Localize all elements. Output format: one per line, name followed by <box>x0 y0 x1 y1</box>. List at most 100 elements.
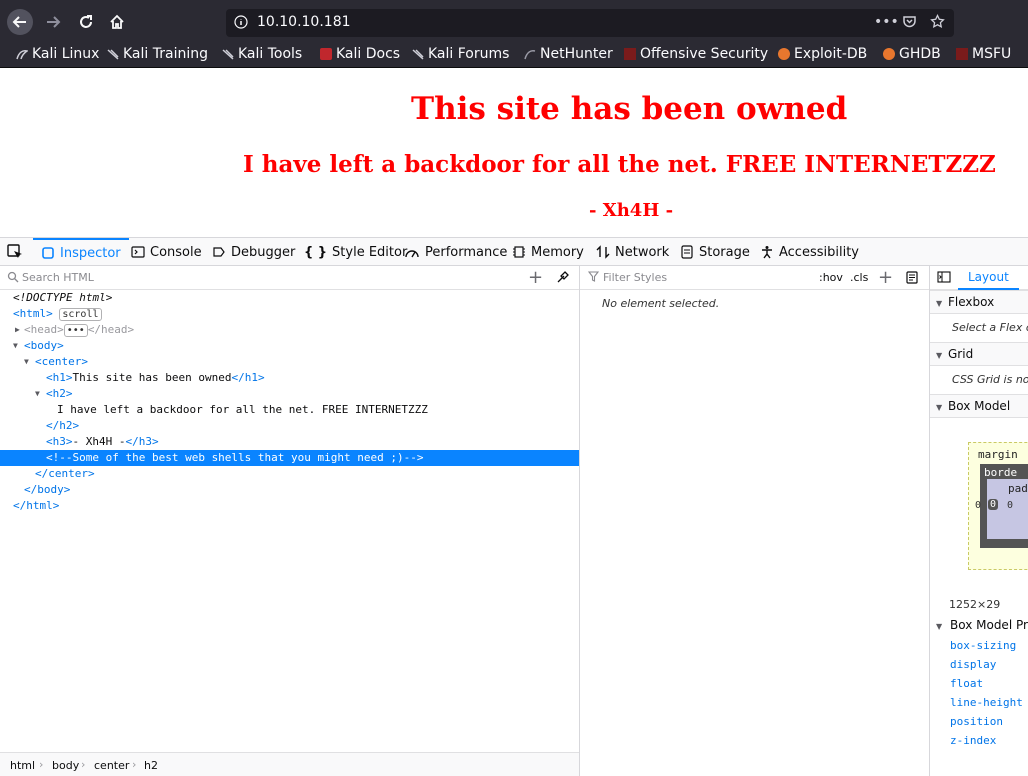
expand-triangle-icon[interactable]: ▶ <box>15 326 23 334</box>
h1-node[interactable]: <h1>This site has been owned</h1> <box>0 370 579 386</box>
site-info-icon[interactable] <box>234 15 248 33</box>
body-close-node: </body> <box>24 483 71 496</box>
tab-style-editor[interactable]: { } Style Editor <box>304 238 407 266</box>
docs-icon <box>320 48 332 60</box>
storage-icon <box>681 245 693 259</box>
html-close-node: </html> <box>13 499 60 512</box>
tab-inspector[interactable]: Inspector <box>33 238 129 266</box>
flexbox-section-header[interactable]: ▼ Flexbox <box>930 290 1028 314</box>
accessibility-icon <box>762 246 772 259</box>
tab-storage[interactable]: Storage <box>680 238 750 266</box>
arrow-right-icon <box>47 16 61 28</box>
scroll-badge[interactable]: scroll <box>59 307 102 321</box>
box-model-properties-header[interactable]: ▼ Box Model Pro <box>930 614 1028 638</box>
tab-memory[interactable]: Memory <box>512 238 584 266</box>
address-bar[interactable]: 10.10.10.181 ••• <box>226 9 954 37</box>
cls-toggle-button[interactable]: .cls <box>850 271 868 284</box>
breadcrumb-body[interactable]: body <box>52 759 79 772</box>
flexbox-message: Select a Flex c <box>952 321 1028 334</box>
eyedropper-icon[interactable] <box>556 270 570 287</box>
element-picker-icon[interactable] <box>6 243 26 261</box>
doctype-node[interactable]: <!DOCTYPE html> <box>0 290 579 306</box>
search-html-input[interactable]: Search HTML <box>22 271 94 284</box>
center-close-node: </center> <box>35 467 95 480</box>
comment-node[interactable]: <!--Some of the best web shells that you… <box>0 450 579 466</box>
breadcrumb-center[interactable]: center <box>94 759 129 772</box>
tab-layout[interactable]: Layout <box>958 266 1019 290</box>
bookmark-exploit-db[interactable]: Exploit-DB <box>778 46 867 62</box>
kali-dragon-icon <box>412 48 424 60</box>
border-left-value[interactable]: 0 <box>988 499 999 510</box>
toggle-pane-icon[interactable] <box>937 271 951 286</box>
search-html-bar: Search HTML + <box>0 266 579 290</box>
body-node[interactable]: ▼ <body> <box>0 338 579 354</box>
collapse-triangle-icon[interactable]: ▼ <box>13 342 21 350</box>
page-heading-signature: - Xh4H - <box>589 200 674 221</box>
tab-accessibility[interactable]: Accessibility <box>760 238 859 266</box>
bookmark-kali-training[interactable]: Kali Training <box>107 46 208 62</box>
bookmark-msfu[interactable]: MSFU <box>956 46 1011 62</box>
prop-float[interactable]: float <box>950 677 983 690</box>
prop-line-height[interactable]: line-height <box>950 696 1023 709</box>
style-editor-icon: { } <box>304 244 328 260</box>
reload-button[interactable] <box>73 9 99 35</box>
bookmark-kali-linux[interactable]: Kali Linux <box>16 46 99 62</box>
forward-button[interactable] <box>40 9 66 35</box>
h3-node[interactable]: <h3>- Xh4H -</h3> <box>0 434 579 450</box>
add-rule-button[interactable]: + <box>878 267 893 288</box>
nethunter-icon <box>524 48 536 60</box>
bookmark-kali-tools[interactable]: Kali Tools <box>222 46 302 62</box>
prop-box-sizing[interactable]: box-sizing <box>950 639 1016 652</box>
exploit-db-icon <box>778 48 790 60</box>
tab-performance[interactable]: Performance <box>404 238 507 266</box>
add-node-button[interactable]: + <box>528 267 543 288</box>
bookmark-kali-docs[interactable]: Kali Docs <box>320 46 400 62</box>
tab-console[interactable]: Console <box>131 238 202 266</box>
rules-toolbar: Filter Styles :hov .cls + <box>580 266 929 290</box>
h2-node[interactable]: ▼ <h2> <box>0 386 579 402</box>
breadcrumb-h2[interactable]: h2 <box>144 759 158 772</box>
element-dimensions: 1252×29 <box>949 598 1001 611</box>
page-actions-icon[interactable]: ••• <box>874 14 899 30</box>
rules-pane: Filter Styles :hov .cls + No element sel… <box>580 266 930 776</box>
chevron-right-icon: › <box>81 758 86 771</box>
breadcrumb-html[interactable]: html <box>10 759 35 772</box>
bookmark-kali-forums[interactable]: Kali Forums <box>412 46 509 62</box>
page-heading-backdoor: I have left a backdoor for all the net. … <box>243 151 996 178</box>
chevron-right-icon: › <box>39 758 44 771</box>
kali-dragon-icon <box>16 48 29 60</box>
memory-icon <box>513 246 525 258</box>
markup-pane: Search HTML + <!DOCTYPE html> <html> scr… <box>0 266 580 776</box>
grid-section-header[interactable]: ▼ Grid <box>930 342 1028 366</box>
print-media-icon[interactable] <box>906 271 918 287</box>
head-node[interactable]: ▶ <head> ••• </head> <box>0 322 579 338</box>
collapse-triangle-icon[interactable]: ▼ <box>35 390 43 398</box>
page-content: This site has been owned I have left a b… <box>0 69 1028 237</box>
prop-z-index[interactable]: z-index <box>950 734 996 747</box>
layout-pane: Layout ▼ Flexbox Select a Flex c ▼ Grid CS… <box>930 266 1028 776</box>
prop-display[interactable]: display <box>950 658 996 671</box>
collapse-triangle-icon[interactable]: ▼ <box>24 358 32 366</box>
ellipsis-badge[interactable]: ••• <box>63 323 88 337</box>
msfu-icon <box>956 48 968 60</box>
padding-left-value[interactable]: 0 <box>1007 500 1013 511</box>
html-node[interactable]: <html> scroll <box>0 306 579 322</box>
box-model-section-header[interactable]: ▼ Box Model <box>930 394 1028 418</box>
h2-text-node[interactable]: I have left a backdoor for all the net. … <box>0 402 579 418</box>
tab-debugger[interactable]: Debugger <box>212 238 295 266</box>
bookmark-nethunter[interactable]: NetHunter <box>524 46 613 62</box>
kali-dragon-icon <box>222 48 234 60</box>
bookmark-offensive-security[interactable]: Offensive Security <box>624 46 768 62</box>
tab-network[interactable]: Network <box>596 238 669 266</box>
center-node[interactable]: ▼ <center> <box>0 354 579 370</box>
filter-styles-input[interactable]: Filter Styles <box>603 271 667 284</box>
margin-left-value[interactable]: 0 <box>975 500 981 511</box>
back-button[interactable] <box>7 9 33 35</box>
home-button[interactable] <box>104 9 130 35</box>
bookmark-star-icon[interactable] <box>930 13 945 33</box>
hov-toggle-button[interactable]: :hov <box>819 271 843 284</box>
url-text: 10.10.10.181 <box>257 14 351 30</box>
prop-position[interactable]: position <box>950 715 1003 728</box>
bookmark-ghdb[interactable]: GHDB <box>883 46 941 62</box>
pocket-icon[interactable] <box>902 14 917 33</box>
